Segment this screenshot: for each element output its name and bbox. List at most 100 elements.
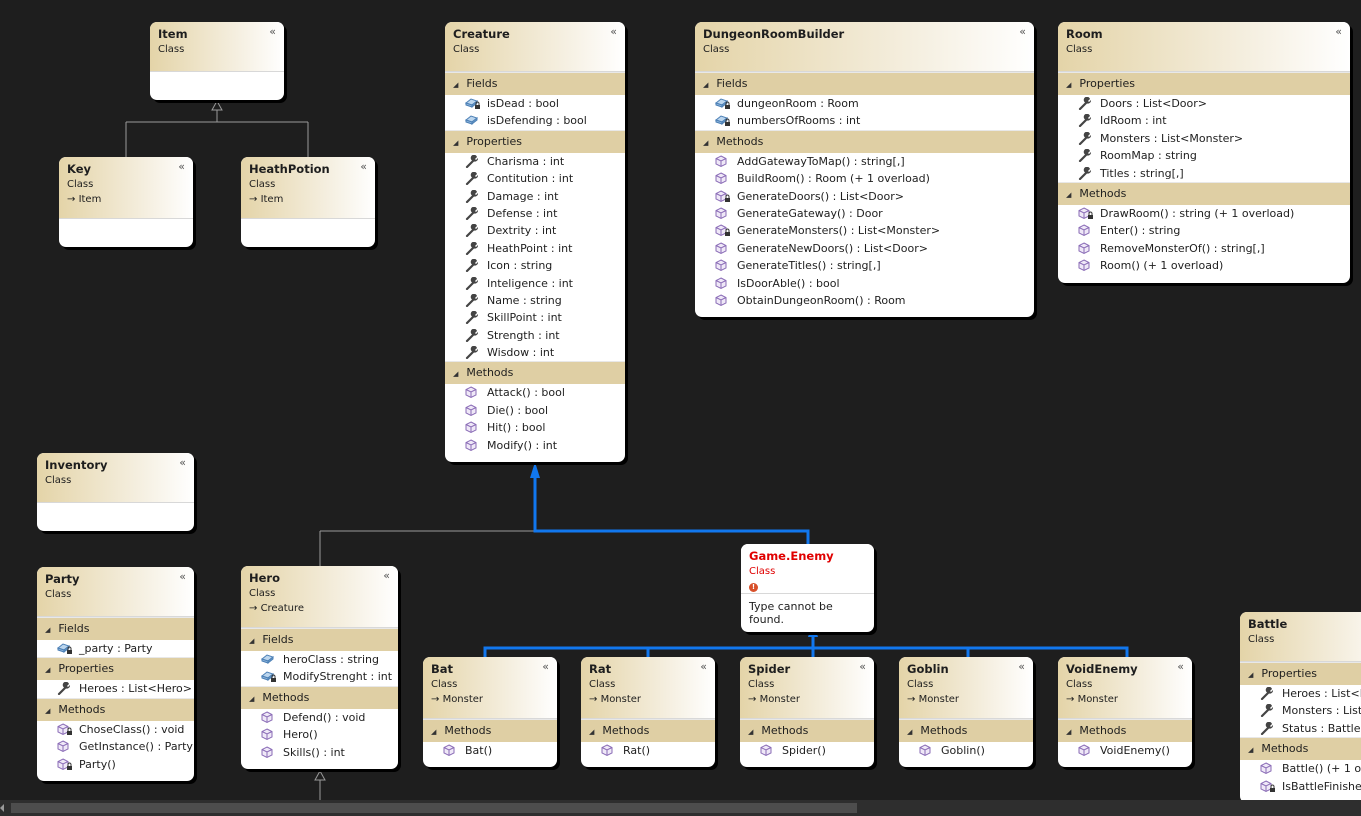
member-method[interactable]: ObtainDungeonRoom() : Room [695,292,1034,309]
member-field[interactable]: numbersOfRooms : int [695,112,1034,129]
member-propertie[interactable]: Monsters : List<Monster> [1058,130,1350,147]
member-field[interactable]: heroClass : string [241,651,398,668]
section-toggle-icon[interactable]: ◢ [45,619,50,641]
member-method[interactable]: Goblin() [899,742,1033,759]
section-header-methods[interactable]: ◢ Methods [1058,719,1192,742]
collapse-icon[interactable]: « [1177,660,1184,673]
section-toggle-icon[interactable]: ◢ [1248,739,1253,761]
section-header-methods[interactable]: ◢ Methods [241,685,398,710]
collapse-icon[interactable]: « [179,570,186,583]
class-goblin[interactable]: Goblin Class → Monster « ◢ Methods Goblin() [899,657,1033,768]
member-method[interactable]: Defend() : void [241,709,398,726]
section-header-methods[interactable]: ◢ Methods [899,719,1033,742]
member-method[interactable]: GenerateDoors() : List<Door> [695,188,1034,205]
member-method[interactable]: ChoseClass() : void [37,721,194,738]
section-toggle-icon[interactable]: ◢ [45,659,50,681]
member-propertie[interactable]: Wisdow : int [445,344,625,361]
horizontal-scrollbar[interactable] [0,800,1361,816]
class-room[interactable]: Room Class « ◢ Properties Doors : List<Door> I… [1058,22,1350,283]
section-header-fields[interactable]: ◢ Fields [445,72,625,95]
member-method[interactable]: GenerateGateway() : Door [695,205,1034,222]
member-field[interactable]: _party : Party [37,640,194,657]
section-toggle-icon[interactable]: ◢ [431,721,436,743]
member-method[interactable]: GenerateMonsters() : List<Monster> [695,222,1034,239]
member-propertie[interactable]: Contitution : int [445,170,625,187]
section-header-methods[interactable]: ◢ Methods [695,129,1034,153]
member-propertie[interactable]: Monsters : List<Monster> [1240,702,1361,719]
collapse-icon[interactable]: « [178,160,185,173]
member-propertie[interactable]: Defense : int [445,205,625,222]
member-method[interactable]: Enter() : string [1058,222,1350,239]
member-method[interactable]: Attack() : bool [445,384,625,401]
member-method[interactable]: VoidEnemy() [1058,742,1192,759]
class-rat[interactable]: Rat Class → Monster « ◢ Methods Rat() [581,657,715,768]
section-toggle-icon[interactable]: ◢ [589,721,594,743]
collapse-icon[interactable]: « [610,25,617,38]
section-toggle-icon[interactable]: ◢ [453,132,458,154]
member-propertie[interactable]: SkillPoint : int [445,309,625,326]
member-method[interactable]: Room() (+ 1 overload) [1058,257,1350,274]
member-propertie[interactable]: Heroes : List<Hero> [1240,685,1361,702]
member-field[interactable]: isDead : bool [445,95,625,112]
member-method[interactable]: Hero() [241,726,398,743]
member-method[interactable]: AddGatewayToMap() : string[,] [695,153,1034,170]
member-propertie[interactable]: IdRoom : int [1058,112,1350,129]
collapse-icon[interactable]: « [179,456,186,469]
section-header-methods[interactable]: ◢ Methods [1240,737,1361,761]
section-toggle-icon[interactable]: ◢ [453,74,458,96]
collapse-icon[interactable]: « [1018,660,1025,673]
class-spider[interactable]: Spider Class → Monster « ◢ Methods Spider() [740,657,874,768]
member-propertie[interactable]: Icon : string [445,257,625,274]
member-propertie[interactable]: Inteligence : int [445,275,625,292]
scrollbar-thumb[interactable] [11,803,857,813]
section-toggle-icon[interactable]: ◢ [907,721,912,743]
member-field[interactable]: dungeonRoom : Room [695,95,1034,112]
member-propertie[interactable]: HeathPoint : int [445,240,625,257]
member-propertie[interactable]: Titles : string[,] [1058,165,1350,182]
section-header-properties[interactable]: ◢ Properties [1058,72,1350,95]
collapse-icon[interactable]: « [383,569,390,582]
section-toggle-icon[interactable]: ◢ [1248,664,1253,686]
class-key[interactable]: Key Class → Item « [59,157,193,247]
section-toggle-icon[interactable]: ◢ [453,363,458,385]
section-header-properties[interactable]: ◢ Properties [1240,662,1361,685]
member-propertie[interactable]: Heroes : List<Hero> [37,680,194,697]
section-toggle-icon[interactable]: ◢ [45,700,50,722]
class-voidenemy[interactable]: VoidEnemy Class → Monster « ◢ Methods VoidEnem… [1058,657,1192,768]
member-propertie[interactable]: Doors : List<Door> [1058,95,1350,112]
member-method[interactable]: Spider() [740,742,874,759]
member-method[interactable]: Rat() [581,742,715,759]
member-method[interactable]: RemoveMonsterOf() : string[,] [1058,240,1350,257]
section-header-methods[interactable]: ◢ Methods [1058,181,1350,205]
section-header-methods[interactable]: ◢ Methods [740,719,874,742]
member-propertie[interactable]: Dextrity : int [445,222,625,239]
class-hero[interactable]: Hero Class → Creature « ◢ Fields heroClass : s… [241,566,398,769]
member-propertie[interactable]: Damage : int [445,188,625,205]
section-toggle-icon[interactable]: ◢ [1066,721,1071,743]
section-header-properties[interactable]: ◢ Properties [445,129,625,154]
section-header-fields[interactable]: ◢ Fields [37,617,194,640]
member-propertie[interactable]: Strength : int [445,327,625,344]
class-creature[interactable]: Creature Class « ◢ Fields isDead : bool isDefe… [445,22,625,463]
collapse-icon[interactable]: « [542,660,549,673]
class-item[interactable]: Item Class « [150,22,284,100]
class-dungeonroombuilder[interactable]: DungeonRoomBuilder Class « ◢ Fields dungeonRo… [695,22,1034,318]
collapse-icon[interactable]: « [1019,25,1026,38]
section-header-properties[interactable]: ◢ Properties [37,657,194,681]
class-heathpotion[interactable]: HeathPotion Class → Item « [241,157,375,247]
collapse-icon[interactable]: « [700,660,707,673]
member-propertie[interactable]: Charisma : int [445,153,625,170]
section-toggle-icon[interactable]: ◢ [249,688,254,710]
collapse-icon[interactable]: « [859,660,866,673]
member-method[interactable]: Bat() [423,742,557,759]
member-method[interactable]: BuildRoom() : Room (+ 1 overload) [695,170,1034,187]
class-battle[interactable]: BattleClass«◢PropertiesHeroes : List<Her… [1240,612,1361,803]
scroll-left-arrow-icon[interactable] [0,804,4,812]
member-method[interactable]: Modify() : int [445,437,625,454]
member-method[interactable]: IsDoorAble() : bool [695,275,1034,292]
member-method[interactable]: GetInstance() : Party [37,738,194,755]
section-toggle-icon[interactable]: ◢ [703,74,708,96]
section-header-fields[interactable]: ◢ Fields [695,72,1034,95]
class-bat[interactable]: Bat Class → Monster « ◢ Methods Bat() [423,657,557,768]
member-field[interactable]: isDefending : bool [445,112,625,129]
